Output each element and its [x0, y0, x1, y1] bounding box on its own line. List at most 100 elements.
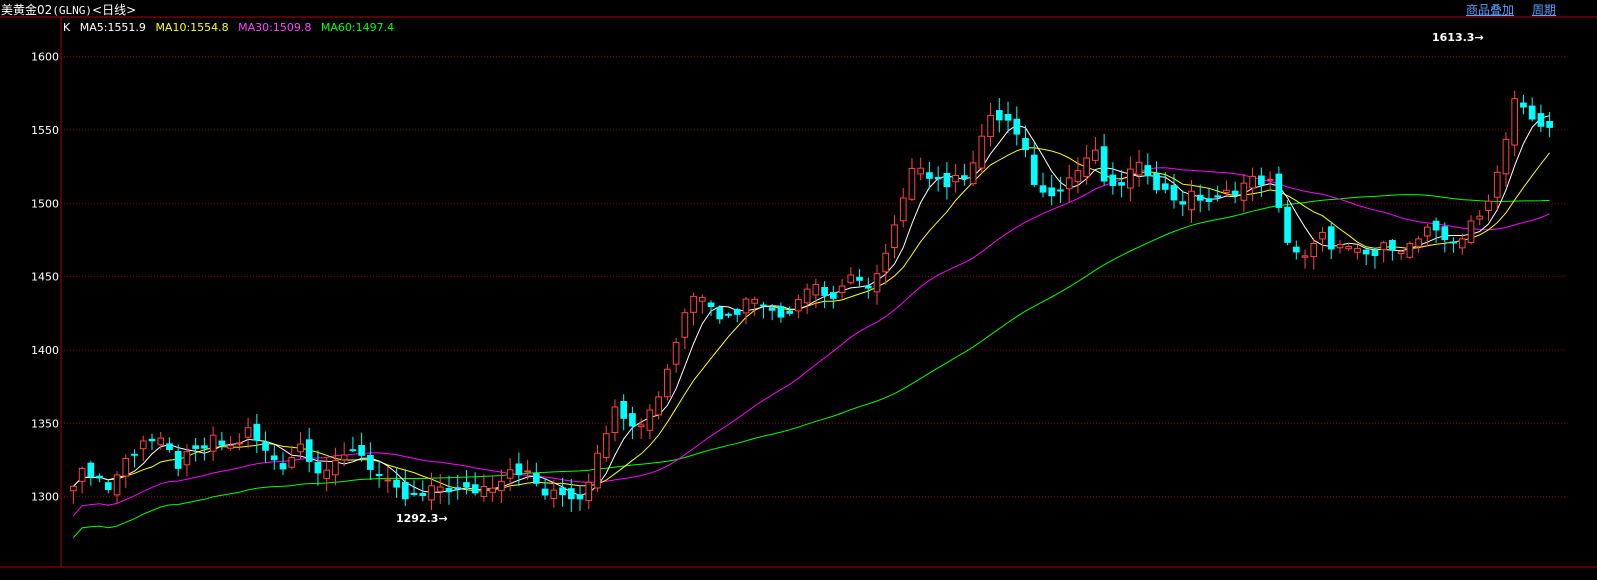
legend-ma5: MA5:1551.9 [79, 21, 146, 34]
candle [1520, 94, 1527, 115]
candle [602, 425, 610, 462]
candle [104, 479, 112, 494]
candle [235, 433, 243, 451]
candle [1502, 131, 1510, 187]
y-tick-label-1550: 1550 [31, 124, 59, 137]
candle [838, 278, 846, 299]
candle [1467, 215, 1475, 245]
candle [829, 285, 837, 309]
candle [655, 391, 662, 420]
candle [1397, 249, 1405, 260]
candle [629, 406, 636, 440]
candle [401, 469, 409, 506]
candle [576, 485, 584, 511]
candle [367, 442, 374, 480]
candle [1284, 200, 1291, 246]
candle [690, 292, 697, 326]
candle [620, 394, 628, 431]
candle [279, 452, 287, 475]
candle [856, 269, 863, 288]
candle [157, 431, 165, 450]
candle [70, 484, 77, 504]
candle [1179, 190, 1187, 216]
y-tick-label-1600: 1600 [31, 51, 59, 64]
candle [1537, 104, 1545, 132]
candle [594, 444, 601, 492]
candle [1485, 194, 1492, 221]
candle [917, 157, 925, 181]
candle [139, 435, 147, 461]
candle [96, 473, 103, 483]
ma5-line [73, 115, 1550, 496]
legend-ma10: MA10:1554.8 [155, 21, 229, 34]
candle [209, 426, 217, 462]
candle [148, 433, 156, 451]
candle [1100, 133, 1108, 186]
candle [262, 431, 269, 463]
candle [1266, 171, 1274, 190]
candle [1039, 172, 1047, 198]
candle [934, 166, 942, 192]
candle [1188, 180, 1195, 223]
y-tick-label-1450: 1450 [31, 271, 59, 284]
candle [611, 399, 619, 442]
candle [1441, 222, 1449, 253]
candle [288, 445, 296, 470]
candle [1153, 161, 1160, 194]
candle [270, 444, 278, 470]
low-annotation: 1292.3→ [396, 512, 448, 525]
candle [174, 444, 182, 477]
candle [253, 413, 261, 454]
candle [1528, 97, 1536, 122]
candle [1371, 247, 1379, 269]
candle [987, 102, 994, 147]
candle [1249, 167, 1256, 202]
candle [192, 437, 200, 462]
candle [349, 436, 357, 453]
candle [314, 450, 322, 486]
candle [1389, 238, 1396, 261]
candle [1310, 237, 1318, 270]
candle [445, 475, 453, 505]
legend-ma60: MA60:1497.4 [320, 21, 395, 34]
candle [969, 150, 977, 186]
candle [873, 264, 881, 305]
candle [78, 466, 86, 494]
candle [995, 97, 1003, 133]
candle [332, 447, 339, 486]
candle [340, 442, 348, 467]
candle [498, 469, 505, 504]
candle [1275, 166, 1283, 213]
candle [847, 267, 855, 285]
candle [1319, 227, 1326, 252]
indicator-legend: K MA5:1551.9 MA10:1554.8 MA30:1509.8 MA6… [63, 21, 400, 34]
candle [585, 473, 593, 510]
candle [926, 161, 933, 189]
candle [760, 301, 767, 319]
candle [1301, 249, 1309, 269]
candle [1415, 236, 1422, 253]
ma10-line [73, 147, 1550, 492]
candle [1013, 106, 1021, 146]
candle [559, 477, 566, 507]
candle [646, 404, 654, 440]
y-tick-label-1350: 1350 [31, 417, 59, 430]
candle [637, 418, 645, 439]
candle [1196, 184, 1204, 213]
candle [1450, 237, 1457, 253]
candle [244, 417, 252, 449]
candle [480, 474, 488, 502]
candle [1240, 174, 1248, 212]
candle [725, 312, 732, 319]
candlestick-chart[interactable]: 1300 1350 1400 1450 1500 1550 1600 1613.3→ 1292.… [0, 0, 1597, 580]
candle [672, 337, 680, 373]
candle [1004, 101, 1012, 134]
candle [821, 281, 828, 309]
candle [1354, 244, 1361, 260]
candle [489, 476, 497, 502]
candle [131, 449, 138, 468]
candle [1476, 209, 1484, 226]
candle [1109, 162, 1117, 195]
candle [1362, 247, 1370, 265]
y-tick-label-1400: 1400 [31, 344, 59, 357]
